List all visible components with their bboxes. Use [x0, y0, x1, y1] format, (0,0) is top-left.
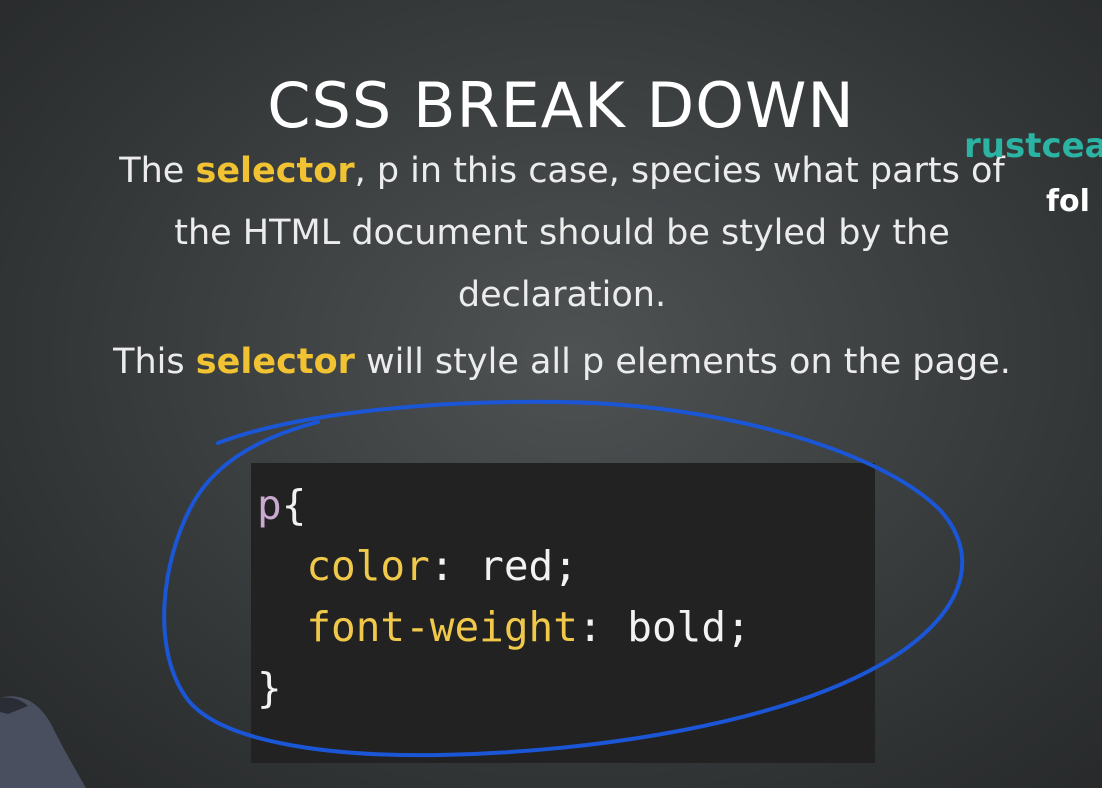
- text-segment: will style all p elements on the page.: [354, 342, 1011, 382]
- keyword-selector: selector: [195, 151, 355, 191]
- code-semicolon: ;: [553, 542, 578, 590]
- watermark-line-1: rustcea: [964, 126, 1102, 166]
- slide-title: CSS BREAK DOWN: [267, 68, 855, 142]
- presenter-figure: [0, 696, 86, 788]
- code-semicolon: ;: [726, 603, 751, 651]
- explanation-line-1: The selector, p in this case, species wh…: [0, 140, 1102, 202]
- selector-summary: This selector will style all p elements …: [0, 336, 1102, 388]
- code-selector: p: [257, 481, 282, 529]
- code-open-brace: {: [281, 481, 307, 529]
- code-colon: :: [429, 542, 480, 590]
- explanation-line-2: the HTML document should be styled by th…: [174, 213, 950, 253]
- code-colon: :: [577, 603, 628, 651]
- text-segment: The: [119, 151, 196, 191]
- code-property: color: [306, 542, 430, 590]
- code-value: red: [479, 542, 554, 590]
- watermark-line-2: fol: [1046, 184, 1090, 219]
- keyword-selector: selector: [195, 342, 355, 382]
- selector-explanation: The selector, p in this case, species wh…: [0, 140, 1102, 326]
- css-code: p{ color: red; font-weight: bold; }: [257, 475, 751, 719]
- explanation-line-3: declaration.: [457, 275, 667, 315]
- text-segment: This: [113, 342, 196, 382]
- watermark: rustcea fol: [962, 124, 1102, 224]
- code-block: p{ color: red; font-weight: bold; }: [251, 463, 875, 763]
- code-close-brace: }: [257, 664, 282, 712]
- code-value: bold: [627, 603, 727, 651]
- text-segment: , p in this case, species what parts of: [354, 151, 1005, 191]
- code-property: font-weight: [306, 603, 578, 651]
